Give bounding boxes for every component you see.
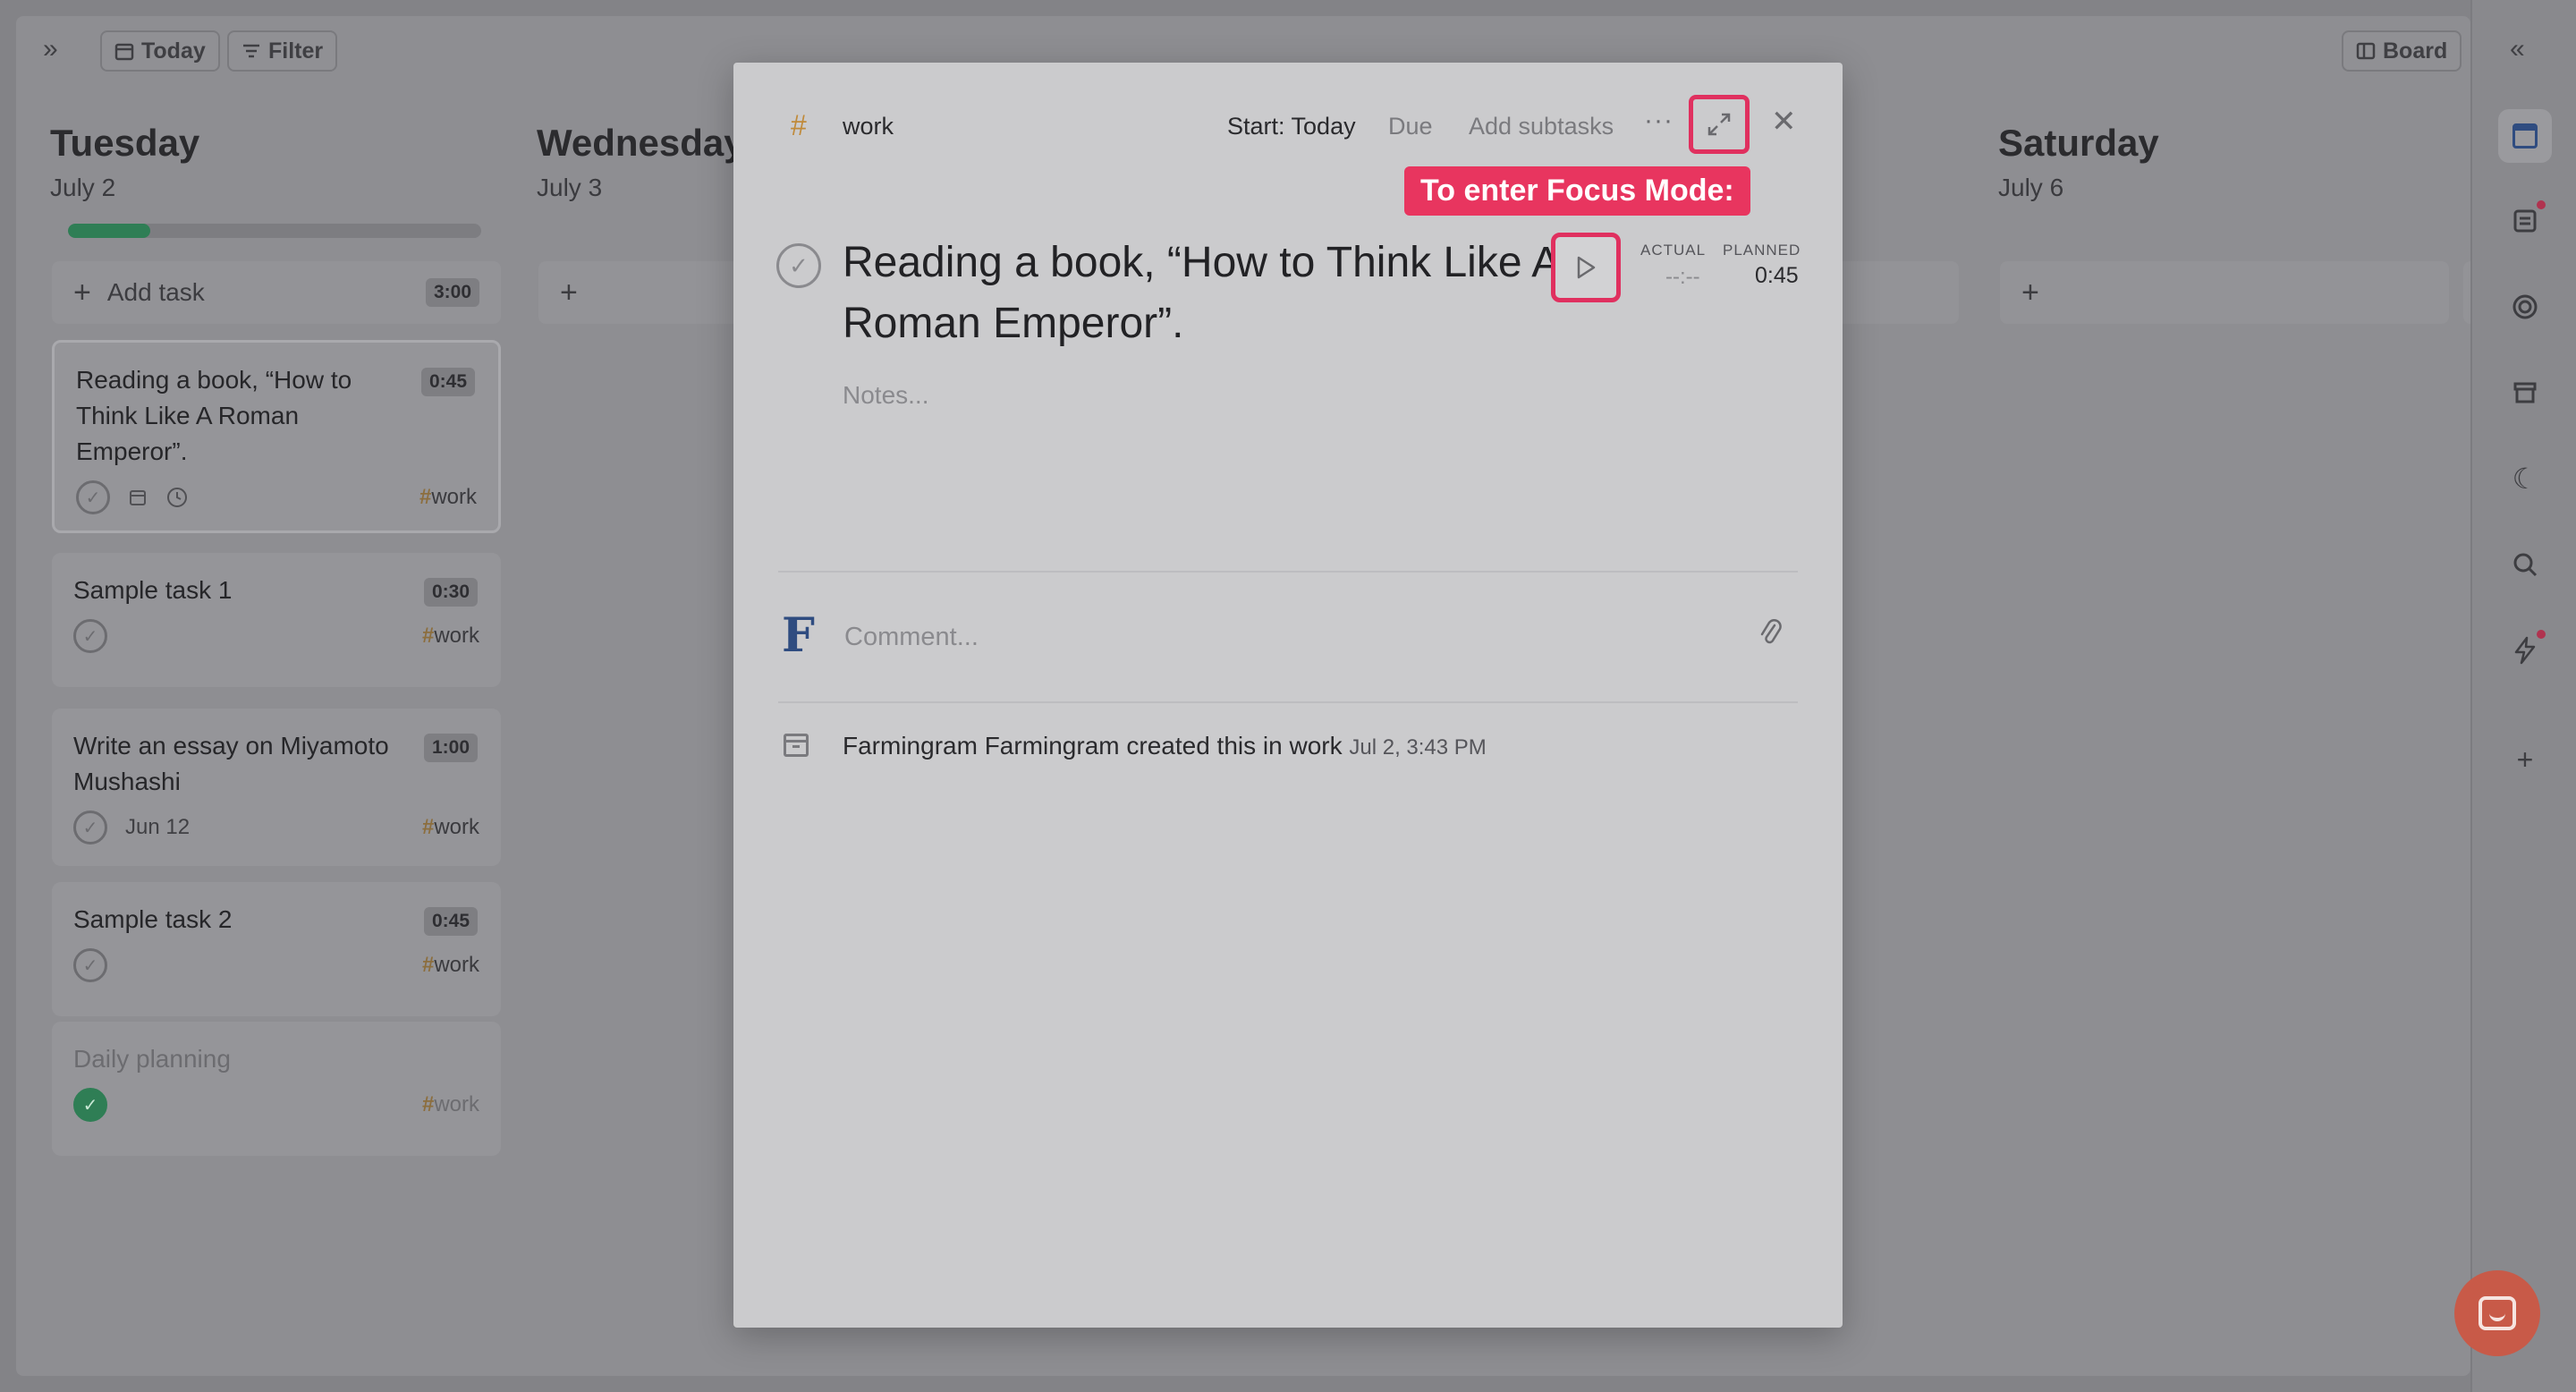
play-icon xyxy=(1577,256,1596,279)
task-card[interactable]: Sample task 2 0:45 ✓ #work xyxy=(52,882,501,1016)
plus-icon: + xyxy=(2021,275,2039,310)
task-tag-label: work xyxy=(434,815,479,839)
day-progress-bar xyxy=(68,224,481,238)
right-rail: « ☾ + xyxy=(2470,0,2576,1392)
day-date: July 2 xyxy=(50,174,116,201)
avatar: F xyxy=(782,608,815,663)
activity-time: Jul 2, 3:43 PM xyxy=(1349,735,1487,760)
add-task-button[interactable]: + Add task 3:00 xyxy=(52,261,501,324)
day-column-tuesday: Tuesday July 2 + Add task 3:00 Reading a… xyxy=(32,16,501,1376)
task-tag[interactable]: #work xyxy=(422,624,479,649)
task-card[interactable]: Daily planning ✓ #work xyxy=(52,1022,501,1156)
task-duration-badge: 0:45 xyxy=(423,907,478,936)
task-duration-badge: 0:45 xyxy=(420,368,475,396)
planned-total-badge: 3:00 xyxy=(425,278,479,307)
chat-icon xyxy=(2479,1296,2516,1330)
project-selector[interactable]: work xyxy=(843,113,894,140)
attachment-icon[interactable] xyxy=(1758,617,1782,652)
task-tag[interactable]: #work xyxy=(422,953,479,978)
task-title: Reading a book, “How to Think Like A Rom… xyxy=(76,366,352,465)
task-duration-badge: 0:30 xyxy=(423,578,478,607)
complete-checkbox[interactable]: ✓ xyxy=(76,480,110,514)
activity-entry: Farmingram Farmingram created this in wo… xyxy=(843,732,1487,760)
task-meta: ✓ #work xyxy=(76,480,477,514)
start-timer-button[interactable] xyxy=(1551,233,1621,302)
task-tag-label: work xyxy=(434,1092,479,1116)
complete-checkbox[interactable]: ✓ xyxy=(73,948,107,982)
day-name: Wednesday xyxy=(537,122,745,164)
task-title: Sample task 2 xyxy=(73,905,233,933)
comment-input[interactable]: Comment... xyxy=(844,623,979,652)
task-title: Sample task 1 xyxy=(73,576,233,604)
tasks-integration-icon[interactable] xyxy=(2503,199,2547,243)
planned-time-value[interactable]: 0:45 xyxy=(1755,263,1799,289)
actual-time-label: ACTUAL xyxy=(1640,242,1707,259)
task-title: Daily planning xyxy=(73,1045,231,1073)
task-tag[interactable]: #work xyxy=(419,485,477,510)
task-title-heading[interactable]: Reading a book, “How to Think Like A Rom… xyxy=(843,233,1558,354)
complete-checkbox[interactable]: ✓ xyxy=(73,811,107,845)
calendar-icon[interactable] xyxy=(128,488,148,507)
task-card[interactable]: Sample task 1 0:30 ✓ #work xyxy=(52,553,501,687)
task-due-date: Jun 12 xyxy=(125,815,191,839)
activity-text: Farmingram Farmingram created this in wo… xyxy=(843,732,1343,760)
task-meta: ✓ #work xyxy=(73,948,479,982)
more-options-icon[interactable]: ··· xyxy=(1644,106,1674,136)
task-tag-label: work xyxy=(434,953,479,977)
add-task-label: Add task xyxy=(106,278,205,306)
add-task-button[interactable]: + xyxy=(2000,261,2449,324)
task-card[interactable]: Write an essay on Miyamoto Mushashi 1:00… xyxy=(52,709,501,866)
task-meta: ✓ Jun 12 #work xyxy=(73,811,479,845)
target-icon[interactable] xyxy=(2503,284,2547,329)
day-name: Tuesday xyxy=(50,122,200,164)
support-chat-button[interactable] xyxy=(2454,1270,2540,1356)
plus-icon: + xyxy=(560,275,578,310)
add-task-button[interactable] xyxy=(2463,261,2470,324)
day-column-saturday: Saturday July 6 + xyxy=(1980,16,2449,1376)
task-tag[interactable]: #work xyxy=(422,1092,479,1117)
day-date: July 6 xyxy=(1998,174,2064,201)
lightning-icon[interactable] xyxy=(2503,628,2547,673)
notification-dot xyxy=(2537,630,2546,639)
moon-sparkle-icon[interactable]: ☾ xyxy=(2503,456,2547,501)
hash-icon: # xyxy=(791,109,807,141)
clock-icon[interactable] xyxy=(165,486,189,509)
expand-focus-mode-button[interactable] xyxy=(1689,95,1750,154)
divider xyxy=(778,701,1798,703)
complete-task-checkbox[interactable]: ✓ xyxy=(776,243,821,288)
due-date-button[interactable]: Due xyxy=(1388,113,1433,140)
day-date: July 3 xyxy=(537,174,603,201)
task-card[interactable]: Reading a book, “How to Think Like A Rom… xyxy=(52,340,501,533)
day-progress-fill xyxy=(68,224,151,238)
task-title: Write an essay on Miyamoto Mushashi xyxy=(73,732,389,795)
search-icon[interactable] xyxy=(2503,542,2547,587)
calendar-integration-icon[interactable] xyxy=(2498,109,2552,163)
task-tag[interactable]: #work xyxy=(422,815,479,840)
archive-icon[interactable] xyxy=(2503,370,2547,415)
start-date-button[interactable]: Start: Today xyxy=(1227,113,1356,140)
focus-mode-callout: To enter Focus Mode: xyxy=(1404,166,1750,216)
plus-icon: + xyxy=(73,275,91,310)
archive-icon xyxy=(784,734,809,757)
completed-checkbox[interactable]: ✓ xyxy=(73,1088,107,1122)
add-subtasks-button[interactable]: Add subtasks xyxy=(1469,113,1614,140)
actual-time-value[interactable]: --:-- xyxy=(1665,265,1700,290)
task-detail-modal: # work Start: Today Due Add subtasks ···… xyxy=(733,63,1843,1328)
planned-time-label: PLANNED xyxy=(1723,242,1801,259)
task-duration-badge: 1:00 xyxy=(423,734,478,762)
task-meta: ✓ #work xyxy=(73,1088,479,1122)
expand-icon xyxy=(1707,113,1731,136)
notification-dot xyxy=(2537,200,2546,209)
task-tag-label: work xyxy=(431,485,477,509)
task-meta: ✓ #work xyxy=(73,619,479,653)
add-integration-icon[interactable]: + xyxy=(2503,737,2547,782)
collapse-rail-icon[interactable]: « xyxy=(2510,34,2525,64)
divider xyxy=(778,571,1798,573)
task-tag-label: work xyxy=(434,624,479,648)
notes-input[interactable]: Notes... xyxy=(843,381,928,410)
day-name: Saturday xyxy=(1998,122,2159,164)
close-icon[interactable]: ✕ xyxy=(1771,104,1797,140)
complete-checkbox[interactable]: ✓ xyxy=(73,619,107,653)
